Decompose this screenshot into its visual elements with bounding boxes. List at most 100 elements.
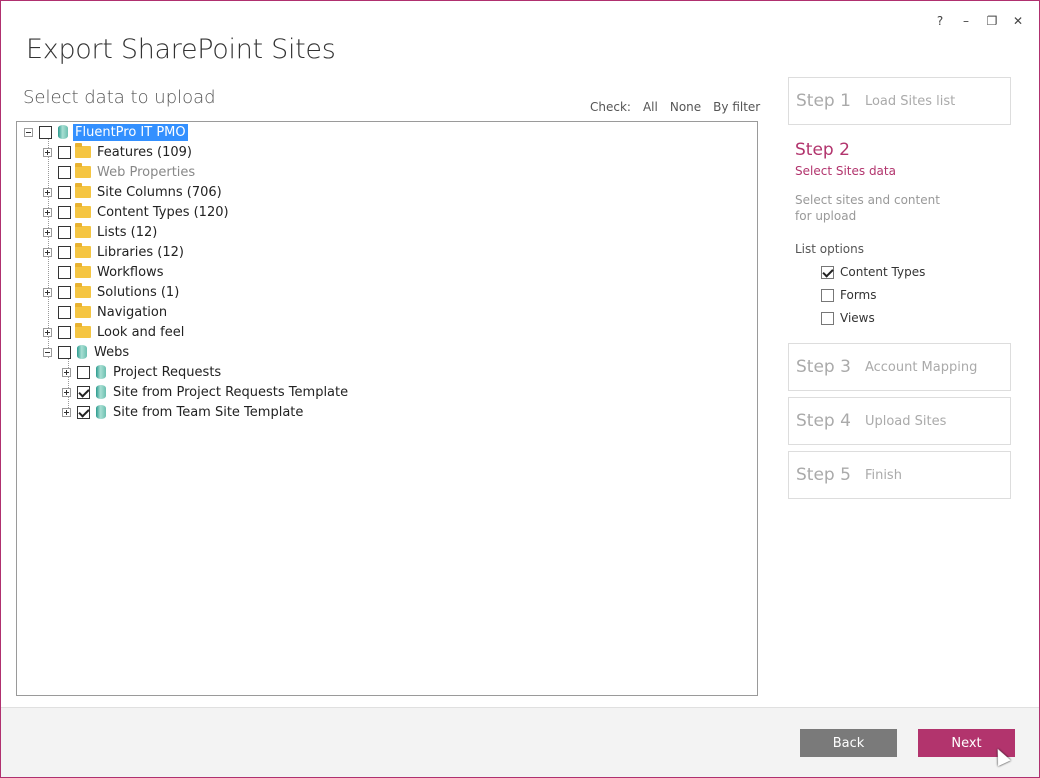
web-properties-checkbox[interactable] [58, 165, 71, 179]
content-types-option-checkbox[interactable] [821, 265, 834, 279]
tree-item-label: Solutions (1) [97, 284, 180, 300]
tree-item-label: Look and feel [97, 324, 185, 340]
team-site-template-checkbox[interactable] [77, 405, 90, 419]
libraries-checkbox[interactable] [58, 245, 71, 259]
check-bar: Check: All None By filter [590, 100, 760, 114]
tree-item-libraries[interactable]: Libraries (12) [43, 242, 186, 262]
tree-root-label: FluentPro IT PMO [73, 123, 188, 141]
folder-icon [75, 223, 91, 238]
back-button[interactable]: Back [800, 729, 897, 757]
tree-item-label: Web Properties [97, 164, 196, 180]
navigation-checkbox[interactable] [58, 305, 71, 319]
tree-item-label: Project Requests [113, 364, 222, 380]
expand-icon[interactable] [62, 407, 71, 417]
folder-icon [75, 263, 91, 278]
section-title: Select data to upload [23, 87, 216, 108]
option-label: Content Types [840, 265, 926, 279]
option-label: Forms [840, 288, 877, 302]
tree-item-look-and-feel[interactable]: Look and feel [43, 322, 186, 342]
tree-item-label: Content Types (120) [97, 204, 229, 220]
expand-icon[interactable] [43, 287, 52, 297]
site-columns-checkbox[interactable] [58, 185, 71, 199]
help-icon[interactable]: ? [929, 11, 951, 31]
page-title: Export SharePoint Sites [26, 34, 336, 65]
step-1: Step 1 Load Sites list [788, 77, 1011, 125]
root-checkbox[interactable] [39, 125, 52, 139]
check-by-filter-link[interactable]: By filter [713, 100, 760, 114]
look-and-feel-checkbox[interactable] [58, 325, 71, 339]
option-views[interactable]: Views [821, 311, 945, 325]
step-name: Load Sites list [864, 93, 956, 109]
restore-icon[interactable]: ❐ [981, 11, 1003, 31]
step-3: Step 3 Account Mapping [788, 343, 1011, 391]
tree-item-workflows[interactable]: Workflows [43, 262, 165, 282]
step-name: Select Sites data [795, 164, 896, 178]
tree-web-project-requests[interactable]: Project Requests [62, 362, 223, 382]
folder-icon [75, 203, 91, 218]
tree-item-webs[interactable]: Webs [43, 342, 131, 362]
tree-item-content-types[interactable]: Content Types (120) [43, 202, 231, 222]
expand-icon[interactable] [62, 387, 71, 397]
tree-item-navigation[interactable]: Navigation [43, 302, 169, 322]
expand-icon[interactable] [43, 187, 52, 197]
tree-item-lists[interactable]: Lists (12) [43, 222, 159, 242]
site-tree[interactable]: FluentPro IT PMO Features (109) Web Prop… [16, 121, 758, 696]
step-number: Step 4 [796, 411, 851, 431]
views-option-checkbox[interactable] [821, 311, 834, 325]
collapse-icon[interactable] [24, 127, 33, 137]
step-description: Select sites and content for upload [795, 193, 940, 223]
lists-checkbox[interactable] [58, 225, 71, 239]
check-all-link[interactable]: All [643, 100, 658, 114]
content-types-checkbox[interactable] [58, 205, 71, 219]
site-icon [77, 345, 87, 359]
tree-item-label: Webs [94, 344, 130, 360]
close-icon[interactable]: ✕ [1007, 11, 1029, 31]
step-number: Step 2 [795, 140, 850, 160]
expand-icon[interactable] [62, 367, 71, 377]
tree-item-label: Libraries (12) [97, 244, 184, 260]
site-icon [96, 365, 106, 379]
site-icon [96, 385, 106, 399]
step-number: Step 3 [796, 357, 851, 377]
tree-web-project-requests-template[interactable]: Site from Project Requests Template [62, 382, 350, 402]
tree-item-web-properties[interactable]: Web Properties [43, 162, 197, 182]
step-name: Upload Sites [864, 413, 947, 429]
expand-icon[interactable] [43, 207, 52, 217]
step-2-active: Step 2 Select Sites data Select sites an… [795, 140, 945, 325]
features-checkbox[interactable] [58, 145, 71, 159]
check-none-link[interactable]: None [670, 100, 701, 114]
tree-item-site-columns[interactable]: Site Columns (706) [43, 182, 224, 202]
tree-web-team-site-template[interactable]: Site from Team Site Template [62, 402, 305, 422]
expand-icon[interactable] [43, 247, 52, 257]
tree-item-solutions[interactable]: Solutions (1) [43, 282, 181, 302]
option-forms[interactable]: Forms [821, 288, 945, 302]
step-name: Finish [864, 467, 902, 483]
tree-root[interactable]: FluentPro IT PMO [24, 122, 188, 142]
site-icon [96, 405, 106, 419]
tree-item-features[interactable]: Features (109) [43, 142, 194, 162]
solutions-checkbox[interactable] [58, 285, 71, 299]
folder-icon [75, 323, 91, 338]
option-label: Views [840, 311, 875, 325]
forms-option-checkbox[interactable] [821, 288, 834, 302]
webs-checkbox[interactable] [58, 345, 71, 359]
option-content-types[interactable]: Content Types [821, 265, 945, 279]
project-requests-template-checkbox[interactable] [77, 385, 90, 399]
list-options-label: List options [795, 242, 864, 256]
expand-icon[interactable] [43, 227, 52, 237]
tree-item-label: Site from Project Requests Template [113, 384, 349, 400]
expand-icon[interactable] [43, 147, 52, 157]
folder-icon [75, 183, 91, 198]
folder-icon [75, 163, 91, 178]
workflows-checkbox[interactable] [58, 265, 71, 279]
minimize-icon[interactable]: – [955, 11, 977, 31]
folder-icon [75, 143, 91, 158]
project-requests-checkbox[interactable] [77, 365, 90, 379]
collapse-icon[interactable] [43, 347, 52, 357]
step-name: Account Mapping [864, 359, 978, 375]
export-window: ? – ❐ ✕ Export SharePoint Sites Select d… [0, 0, 1040, 778]
step-number: Step 1 [796, 91, 851, 111]
footer-bar: Back Next [1, 707, 1039, 777]
folder-icon [75, 303, 91, 318]
expand-icon[interactable] [43, 327, 52, 337]
